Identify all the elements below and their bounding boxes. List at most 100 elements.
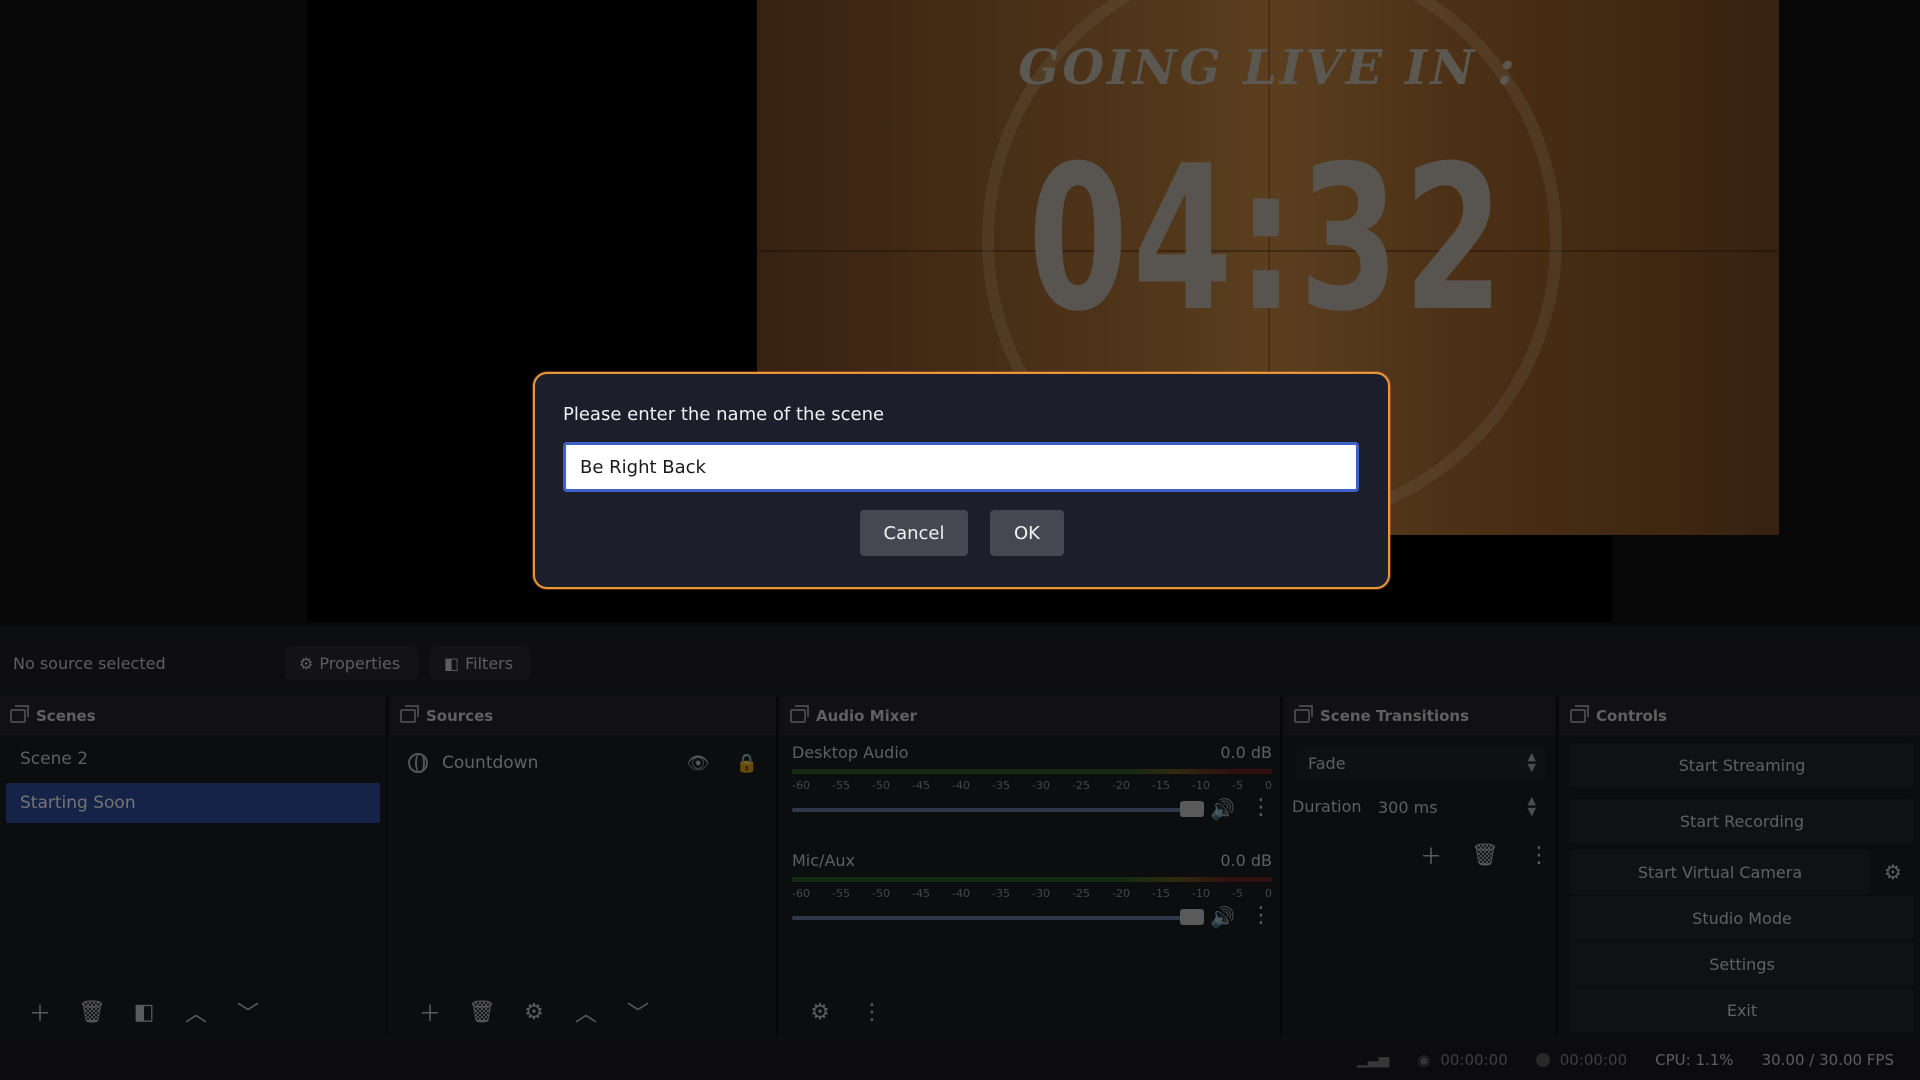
volume-slider-handle[interactable] — [1180, 909, 1204, 925]
going-live-text: GOING LIVE IN : — [1018, 40, 1518, 96]
remove-transition-button[interactable]: 🗑 — [1458, 835, 1512, 875]
undock-icon[interactable] — [10, 705, 29, 723]
meter-tick: -5 — [1232, 887, 1243, 900]
start-recording-button[interactable]: Start Recording — [1570, 799, 1914, 843]
scene-list-item[interactable]: Scene 2 — [6, 739, 380, 779]
volume-slider-handle[interactable] — [1180, 801, 1204, 817]
kebab-menu-icon: ⋮ — [861, 999, 883, 1025]
meter-tick: -15 — [1152, 887, 1170, 900]
start-streaming-button[interactable]: Start Streaming — [1570, 743, 1914, 787]
move-scene-down-button[interactable]: ﹀ — [222, 992, 274, 1032]
audio-mixer-dock-header[interactable]: Audio Mixer — [780, 697, 1280, 735]
filters-button[interactable]: ◧ Filters — [430, 646, 530, 680]
meter-tick: -10 — [1192, 887, 1210, 900]
meter-tick: -55 — [832, 887, 850, 900]
meter-scale: -60 -55 -50 -45 -40 -35 -30 -25 -20 -15 … — [792, 779, 1272, 793]
volume-slider-track[interactable] — [792, 916, 1202, 920]
sources-dock: Sources Countdown 👁 🔒 ＋ 🗑 ⚙ ︿ ﹀ — [390, 697, 778, 1037]
chevron-down-icon: ﹀ — [626, 1002, 649, 1027]
speaker-icon[interactable]: 🔊 — [1210, 797, 1235, 821]
scenes-toolbar: ＋ 🗑 ◧ ︿ ﹀ — [0, 987, 386, 1037]
meter-tick: -45 — [912, 779, 930, 792]
kebab-menu-icon[interactable]: ⋮ — [1250, 795, 1272, 820]
dock-title: Scene Transitions — [1320, 707, 1470, 725]
cancel-button[interactable]: Cancel — [860, 510, 968, 556]
dock-title: Controls — [1596, 707, 1667, 725]
meter-tick: -25 — [1072, 887, 1090, 900]
volume-meter — [792, 877, 1272, 882]
add-source-button[interactable]: ＋ — [404, 992, 456, 1032]
cpu-usage: CPU: 1.1% — [1655, 1051, 1734, 1069]
scene-filters-button[interactable]: ◧ — [118, 992, 170, 1032]
mixer-menu-button[interactable]: ⋮ — [846, 992, 898, 1032]
studio-mode-button[interactable]: Studio Mode — [1570, 896, 1914, 940]
properties-button[interactable]: ⚙ Properties — [285, 646, 418, 680]
dock-title: Scenes — [36, 707, 96, 725]
meter-tick: -15 — [1152, 779, 1170, 792]
settings-button[interactable]: Settings — [1570, 942, 1914, 986]
scenes-dock-header[interactable]: Scenes — [0, 697, 386, 735]
move-scene-up-button[interactable]: ︿ — [170, 992, 222, 1032]
meter-tick: -50 — [872, 887, 890, 900]
move-source-up-button[interactable]: ︿ — [560, 992, 612, 1032]
undock-icon[interactable] — [1294, 705, 1313, 723]
meter-tick: -40 — [952, 887, 970, 900]
stream-icon: ◉ — [1417, 1051, 1431, 1069]
spin-arrows-icon[interactable]: ▲ ▼ — [1528, 795, 1536, 817]
volume-slider-track[interactable] — [792, 808, 1202, 812]
sources-dock-header[interactable]: Sources — [390, 697, 776, 735]
source-list-item[interactable]: Countdown 👁 🔒 — [390, 743, 776, 783]
ok-button[interactable]: OK — [990, 510, 1064, 556]
exit-button[interactable]: Exit — [1570, 988, 1914, 1032]
meter-tick: -20 — [1112, 779, 1130, 792]
meter-tick: -60 — [792, 779, 810, 792]
advanced-audio-button[interactable]: ⚙ — [794, 992, 846, 1032]
remove-scene-button[interactable]: 🗑 — [66, 992, 118, 1032]
globe-icon — [408, 753, 428, 773]
undock-icon[interactable] — [400, 705, 419, 723]
speaker-icon[interactable]: 🔊 — [1210, 905, 1235, 929]
virtual-camera-settings-button[interactable]: ⚙ — [1876, 852, 1910, 892]
start-virtual-camera-button[interactable]: Start Virtual Camera — [1570, 850, 1870, 894]
remove-source-button[interactable]: 🗑 — [456, 992, 508, 1032]
meter-tick: -20 — [1112, 887, 1130, 900]
gear-icon: ⚙ — [1884, 860, 1902, 884]
add-transition-button[interactable]: ＋ — [1404, 835, 1458, 875]
mixer-toolbar: ⚙ ⋮ — [780, 987, 1280, 1037]
duration-label: Duration — [1292, 797, 1362, 816]
meter-tick: -45 — [912, 887, 930, 900]
chevron-up-icon: ︿ — [574, 1002, 597, 1027]
gear-icon: ⚙ — [299, 653, 314, 673]
controls-dock-header[interactable]: Controls — [1560, 697, 1920, 735]
add-scene-button[interactable]: ＋ — [14, 992, 66, 1032]
source-properties-button[interactable]: ⚙ — [508, 992, 560, 1032]
undock-icon[interactable] — [790, 705, 809, 723]
channel-level: 0.0 dB — [1220, 851, 1272, 870]
record-dot-icon — [1535, 1053, 1550, 1067]
meter-tick: -30 — [1032, 779, 1050, 792]
transition-menu-button[interactable]: ⋮ — [1512, 835, 1566, 875]
scene-name-input[interactable] — [563, 442, 1359, 492]
undock-icon[interactable] — [1570, 705, 1589, 723]
plus-icon: ＋ — [418, 1002, 441, 1027]
lock-icon[interactable]: 🔒 — [736, 753, 758, 774]
sources-toolbar: ＋ 🗑 ⚙ ︿ ﹀ — [390, 987, 776, 1037]
meter-tick: -55 — [832, 779, 850, 792]
meter-tick: -25 — [1072, 779, 1090, 792]
transition-select[interactable]: Fade ▲ ▼ — [1296, 745, 1546, 781]
chevron-down-icon: ﹀ — [236, 1002, 259, 1027]
record-time: 00:00:00 — [1559, 1051, 1628, 1069]
properties-label: Properties — [319, 653, 401, 673]
gear-icon: ⚙ — [524, 999, 544, 1025]
meter-tick: 0 — [1265, 779, 1272, 792]
move-source-down-button[interactable]: ﹀ — [612, 992, 664, 1032]
kebab-menu-icon[interactable]: ⋮ — [1250, 903, 1272, 928]
scene-list-item-selected[interactable]: Starting Soon — [6, 783, 380, 823]
plus-icon: ＋ — [1419, 845, 1442, 870]
trash-icon: 🗑 — [468, 999, 496, 1025]
meter-tick: -50 — [872, 779, 890, 792]
updown-arrows-icon: ▲ ▼ — [1527, 750, 1536, 774]
scene-transitions-dock-header[interactable]: Scene Transitions — [1284, 697, 1556, 735]
duration-spinbox[interactable]: 300 ms ▲ ▼ — [1366, 789, 1546, 825]
eye-icon[interactable]: 👁 — [687, 753, 710, 774]
